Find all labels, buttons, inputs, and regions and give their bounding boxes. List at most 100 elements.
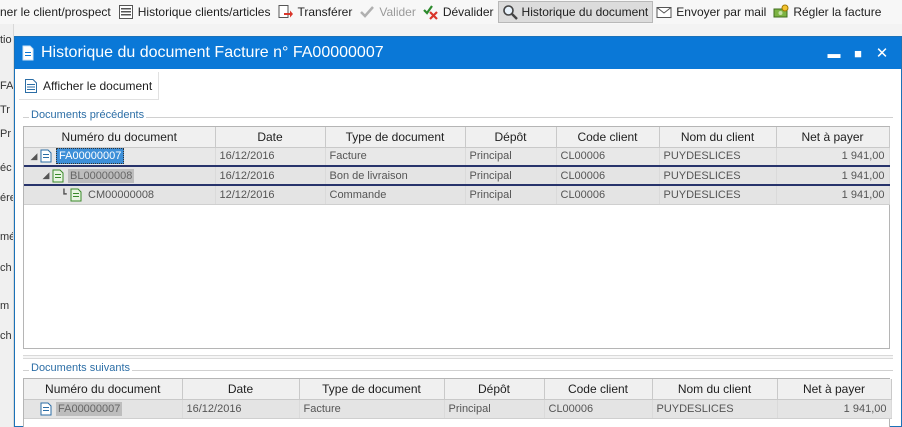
cell-client-code: CL00006 (556, 147, 660, 167)
background-text: ch (0, 330, 12, 342)
column-header-depot[interactable]: Dépôt (465, 127, 557, 148)
dialog-title: Historique du document Facture n° FA0000… (41, 44, 384, 61)
cell-type: Bon de livraison (325, 166, 466, 186)
cell-date: 16/12/2016 (215, 166, 326, 186)
grid-header-row: Numéro du document Date Type de document… (24, 379, 892, 400)
column-header-date[interactable]: Date (182, 379, 300, 400)
document-number: FA00000007 (56, 148, 125, 164)
client-prospect-label: ner le client/prospect (0, 5, 111, 19)
cell-client-code: CL00006 (556, 166, 660, 186)
next-section-divider (23, 370, 893, 371)
table-row[interactable]: ◢ BL00000008 16/12/2016 Bon de livraison… (24, 166, 890, 186)
collapse-arrow-icon[interactable]: ◢ (28, 151, 40, 162)
column-header-client-name[interactable]: Nom du client (659, 127, 777, 148)
money-icon (773, 4, 789, 18)
maximize-button[interactable]: ■ (847, 42, 869, 64)
client-prospect-button[interactable]: ner le client/prospect (0, 1, 115, 23)
document-number: BL00000008 (68, 168, 135, 183)
background-text: tio (0, 34, 12, 46)
background-text: Pr (0, 128, 11, 140)
transfer-button[interactable]: Transférer (274, 1, 356, 23)
document-history-label: Historique du document (521, 5, 649, 19)
background-text: éc (0, 162, 12, 174)
main-toolbar: ner le client/prospect Historique client… (0, 0, 902, 24)
section-splitter[interactable] (23, 355, 893, 359)
document-number: FA00000007 (56, 401, 123, 416)
table-row[interactable]: ┗ CM00000008 12/12/2016 Commande Princip… (24, 185, 890, 205)
cell-depot: Principal (465, 185, 557, 205)
document-number: CM00000008 (88, 188, 155, 201)
cell-number[interactable]: FA00000007 (24, 399, 183, 419)
minimize-button[interactable]: ▬ (823, 42, 845, 64)
history-clients-articles-label: Historique clients/articles (137, 5, 271, 19)
table-row[interactable]: FA00000007 16/12/2016 Facture Principal … (24, 399, 892, 419)
previous-section-divider (23, 117, 893, 118)
cell-depot: Principal (444, 399, 545, 419)
background-text: mé (0, 231, 14, 243)
delivery-note-icon (52, 169, 64, 182)
tree-branch-icon: ┗ (61, 189, 67, 200)
validate-button[interactable]: Valider (356, 1, 419, 23)
order-icon (70, 188, 82, 202)
show-document-label: Afficher le document (43, 78, 153, 93)
history-clients-articles-button[interactable]: Historique clients/articles (115, 1, 275, 23)
cell-net: 1 941,00 (777, 399, 892, 419)
send-mail-label: Envoyer par mail (676, 5, 767, 19)
checkmark-icon (360, 6, 375, 18)
background-text: ch (0, 262, 12, 274)
cell-net: 1 941,00 (776, 147, 890, 167)
column-header-type[interactable]: Type de document (299, 379, 445, 400)
column-header-client-code[interactable]: Code client (544, 379, 653, 400)
invoice-icon (40, 402, 52, 415)
background-text: m (0, 300, 10, 312)
column-header-client-name[interactable]: Nom du client (652, 379, 778, 400)
previous-documents-grid: Numéro du document Date Type de document… (23, 126, 890, 349)
unvalidate-button[interactable]: Dévalider (420, 1, 498, 23)
grid-header-row: Numéro du document Date Type de document… (24, 127, 890, 148)
cell-type: Facture (299, 399, 445, 419)
column-header-client-code[interactable]: Code client (556, 127, 660, 148)
invoice-icon (40, 149, 52, 163)
send-mail-button[interactable]: Envoyer par mail (653, 1, 770, 23)
cell-date: 16/12/2016 (182, 399, 300, 419)
column-header-depot[interactable]: Dépôt (444, 379, 545, 400)
cell-number[interactable]: ┗ CM00000008 (24, 185, 216, 205)
cell-number[interactable]: ◢ FA00000007 (24, 147, 216, 167)
pay-invoice-label: Régler la facture (793, 5, 882, 19)
dialog-toolbar: Afficher le document (15, 69, 901, 103)
background-text: Tr (0, 104, 10, 116)
unvalidate-icon (423, 5, 438, 20)
cell-client-name: PUYDESLICES (659, 147, 777, 167)
column-header-date[interactable]: Date (215, 127, 326, 148)
show-document-button[interactable]: Afficher le document (19, 72, 160, 100)
document-view-icon (25, 78, 37, 93)
cell-number[interactable]: ◢ BL00000008 (24, 166, 216, 186)
document-history-dialog: Historique du document Facture n° FA0000… (14, 36, 902, 427)
cell-client-name: PUYDESLICES (652, 399, 778, 419)
column-header-number[interactable]: Numéro du document (24, 127, 216, 148)
document-icon (22, 45, 34, 61)
close-button[interactable]: ✕ (871, 42, 893, 64)
magnifier-icon (502, 5, 518, 20)
column-header-type[interactable]: Type de document (325, 127, 466, 148)
previous-documents-heading: Documents précédents (29, 109, 147, 121)
unvalidate-label: Dévalider (442, 5, 494, 19)
table-row[interactable]: ◢ FA00000007 16/12/2016 Facture Principa… (24, 147, 890, 167)
cell-net: 1 941,00 (776, 166, 890, 186)
column-header-number[interactable]: Numéro du document (24, 379, 183, 400)
column-header-net[interactable]: Net à payer (777, 379, 892, 400)
cell-net: 1 941,00 (776, 185, 890, 205)
document-history-button[interactable]: Historique du document (497, 1, 654, 23)
next-documents-heading: Documents suivants (29, 362, 133, 374)
cell-type: Commande (325, 185, 466, 205)
cell-date: 12/12/2016 (215, 185, 326, 205)
envelope-icon (656, 7, 672, 18)
column-header-net[interactable]: Net à payer (776, 127, 890, 148)
cell-type: Facture (325, 147, 466, 167)
tree-expand-icon[interactable]: ◢ (40, 170, 52, 181)
cell-client-name: PUYDESLICES (659, 166, 777, 186)
cell-client-code: CL00006 (544, 399, 653, 419)
pay-invoice-button[interactable]: Régler la facture (770, 1, 885, 23)
background-text: FA (0, 80, 14, 92)
dialog-title-bar[interactable]: Historique du document Facture n° FA0000… (15, 37, 901, 69)
